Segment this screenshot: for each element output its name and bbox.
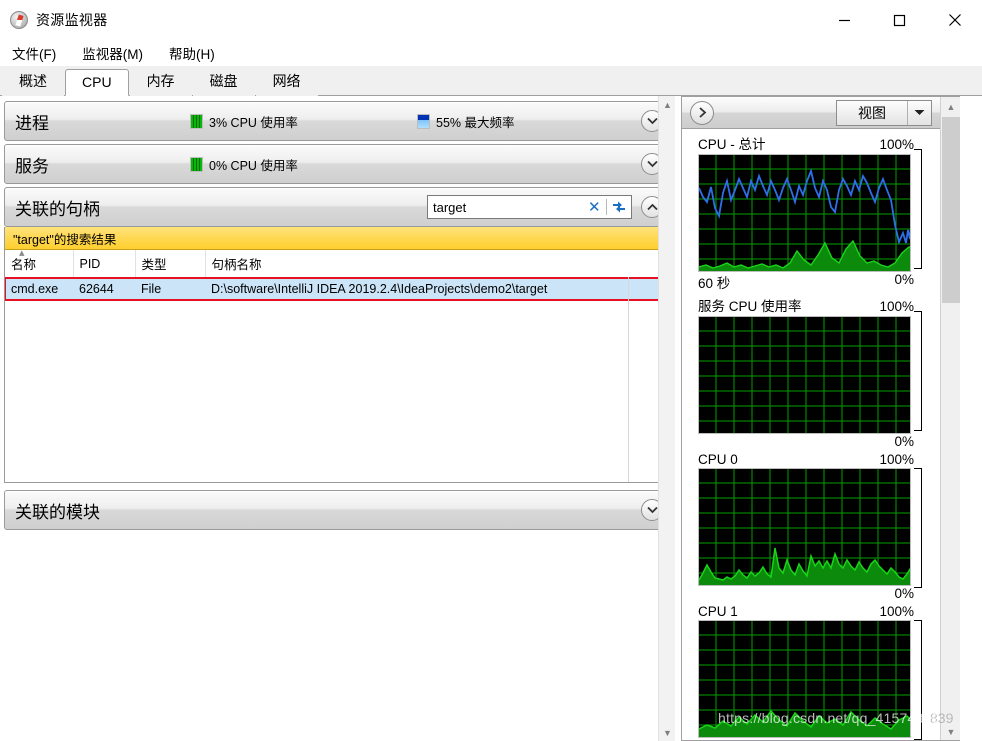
blue-chart-icon [417, 113, 430, 129]
table-row[interactable]: cmd.exe 62644 File D:\software\IntelliJ … [5, 276, 672, 301]
window-title: 资源监视器 [36, 12, 108, 28]
graph-cpu-total-canvas [698, 154, 911, 272]
graph-cpu1: CPU 1 100% [682, 601, 940, 740]
graph-cpu-total-title: CPU - 总计 [698, 137, 766, 152]
graph-cpu0-min: 0% [894, 586, 914, 601]
graph-cpu1-title: CPU 1 [698, 604, 738, 619]
chevron-right-icon [698, 107, 706, 118]
processes-cpu-stat: 3% CPU 使用率 [190, 112, 298, 131]
table-column-divider [628, 250, 629, 482]
graph-cpu0-max: 100% [879, 452, 914, 467]
green-chart-icon [190, 113, 203, 129]
right-pane: 视图 CPU - 总计 100% 60 秒 0% 服务 CPU 使用率 100%… [681, 96, 960, 741]
graph-cpu-total-max: 100% [879, 137, 914, 152]
dropdown-arrow-icon[interactable] [907, 100, 931, 125]
scrollbar-thumb[interactable] [942, 117, 960, 303]
tab-memory[interactable]: 内存 [129, 66, 192, 96]
view-dropdown-label: 视图 [858, 104, 886, 121]
cell-type: File [135, 277, 205, 300]
column-header-type[interactable]: 类型 [135, 250, 206, 278]
graph-axis-bracket [914, 311, 922, 431]
section-handles[interactable]: 关联的句柄 ✕ [4, 187, 673, 227]
title-bar: 资源监视器 [0, 0, 982, 40]
view-dropdown[interactable]: 视图 [836, 99, 932, 126]
scroll-up-icon[interactable]: ▲ [659, 96, 675, 113]
graph-list: CPU - 总计 100% 60 秒 0% 服务 CPU 使用率 100% 0%… [682, 130, 940, 740]
menu-bar: 文件(F) 监视器(M) 帮助(H) [0, 40, 982, 66]
clear-search-icon[interactable]: ✕ [583, 200, 606, 215]
minimize-button[interactable] [817, 0, 872, 40]
chevron-down-icon [646, 160, 658, 168]
processes-freq-value: 55% 最大频率 [436, 115, 515, 130]
left-scrollbar[interactable]: ▲ ▼ [658, 96, 675, 741]
window-controls [817, 0, 982, 40]
graph-cpu0: CPU 0 100% 0% [682, 449, 940, 601]
app-icon [10, 11, 28, 29]
left-pane: 进程 3% CPU 使用率 55% 最大频率 服务 0% CPU 使用率 关联的… [0, 96, 675, 741]
section-handles-title: 关联的句柄 [15, 199, 100, 219]
column-header-handle[interactable]: 句柄名称 [205, 250, 672, 278]
refresh-search-icon[interactable] [607, 200, 631, 214]
right-scrollbar[interactable]: ▲ ▼ [940, 97, 960, 740]
scroll-up-icon[interactable]: ▲ [941, 97, 960, 117]
expand-graphs-button[interactable] [690, 100, 714, 125]
main-content: 进程 3% CPU 使用率 55% 最大频率 服务 0% CPU 使用率 关联的… [0, 96, 982, 741]
maximize-button[interactable] [872, 0, 927, 40]
handles-table: 名称 PID 类型 句柄名称 cmd.exe 62644 File D:\sof… [5, 246, 672, 301]
chevron-up-icon [646, 203, 658, 211]
graph-cpu-total: CPU - 总计 100% 60 秒 0% [682, 130, 940, 292]
scroll-down-icon[interactable]: ▼ [659, 724, 675, 741]
tab-cpu[interactable]: CPU [65, 69, 129, 96]
handle-search-box[interactable]: ✕ [427, 195, 632, 219]
chevron-down-icon [646, 506, 658, 514]
graph-service-cpu-title: 服务 CPU 使用率 [698, 299, 802, 314]
graph-cpu1-max: 100% [879, 604, 914, 619]
column-header-pid[interactable]: PID [73, 250, 136, 278]
handles-panel: "target"的搜索结果 名称 PID 类型 句柄名称 cmd.exe 626… [4, 227, 673, 483]
tab-disk[interactable]: 磁盘 [192, 66, 255, 96]
section-services-title: 服务 [15, 156, 49, 176]
cell-pid: 62644 [73, 277, 135, 300]
graph-cpu1-canvas [698, 620, 911, 738]
search-results-banner: "target"的搜索结果 [5, 227, 672, 250]
processes-freq-stat: 55% 最大频率 [417, 112, 515, 131]
chevron-down-icon [646, 117, 658, 125]
graph-service-cpu-min: 0% [894, 434, 914, 449]
menu-help[interactable]: 帮助(H) [167, 41, 217, 65]
graph-cpu-total-min: 0% [894, 272, 914, 287]
graph-axis-bracket [914, 620, 922, 740]
graph-axis-bracket [914, 149, 922, 269]
services-cpu-value: 0% CPU 使用率 [209, 158, 298, 173]
column-header-name[interactable]: 名称 [5, 246, 74, 278]
tab-overview[interactable]: 概述 [2, 66, 64, 96]
graph-cpu-total-footer-left: 60 秒 [698, 276, 731, 291]
section-processes[interactable]: 进程 3% CPU 使用率 55% 最大频率 [4, 101, 673, 141]
graph-axis-bracket [914, 468, 922, 588]
graph-service-cpu-canvas [698, 316, 911, 434]
menu-monitor[interactable]: 监视器(M) [80, 41, 145, 65]
search-input[interactable] [433, 199, 583, 215]
section-modules-title: 关联的模块 [15, 502, 100, 522]
services-cpu-stat: 0% CPU 使用率 [190, 155, 298, 174]
menu-file[interactable]: 文件(F) [10, 41, 58, 65]
green-chart-icon [190, 156, 203, 172]
table-header-row: 名称 PID 类型 句柄名称 [5, 246, 672, 278]
section-services[interactable]: 服务 0% CPU 使用率 [4, 144, 673, 184]
section-modules[interactable]: 关联的模块 [4, 490, 673, 530]
graph-service-cpu-max: 100% [879, 299, 914, 314]
graph-cpu0-canvas [698, 468, 911, 586]
cell-name: cmd.exe [5, 277, 73, 300]
cell-handle: D:\software\IntelliJ IDEA 2019.2.4\IdeaP… [205, 277, 672, 300]
section-processes-title: 进程 [15, 113, 49, 133]
graph-toolbar: 视图 [682, 97, 960, 129]
close-button[interactable] [927, 0, 982, 40]
scroll-down-icon[interactable]: ▼ [941, 722, 960, 740]
tab-network[interactable]: 网络 [255, 66, 318, 96]
processes-cpu-value: 3% CPU 使用率 [209, 115, 298, 130]
graph-service-cpu: 服务 CPU 使用率 100% 0% [682, 292, 940, 449]
graph-cpu0-title: CPU 0 [698, 452, 738, 467]
tab-strip: 概述 CPU 内存 磁盘 网络 [0, 66, 982, 96]
